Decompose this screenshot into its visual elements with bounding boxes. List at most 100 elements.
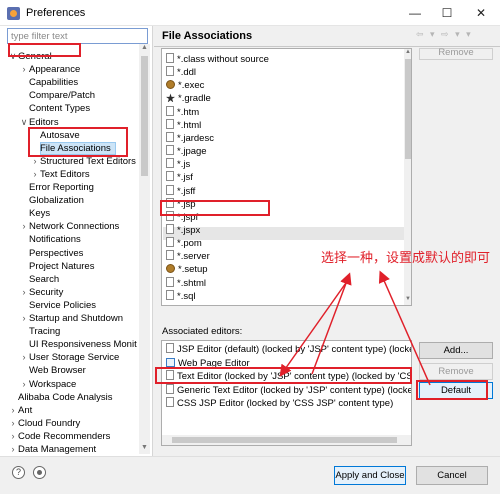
editor-row[interactable]: Generic Text Editor (locked by 'JSP' con… (166, 383, 411, 397)
tree-item-workspace[interactable]: › Workspace (19, 378, 77, 391)
scroll-up-icon[interactable]: ▲ (404, 49, 411, 55)
file-type-row[interactable]: *.pom (166, 237, 202, 250)
annotation-text: 选择一种，设置成默认的即可 (321, 251, 491, 266)
expand-right-icon[interactable]: › (19, 378, 29, 391)
tree-item-label: UI Responsiveness Monit (29, 339, 137, 351)
add-editor-button[interactable]: Add... (419, 342, 493, 359)
tree-item-appearance[interactable]: › Appearance (19, 63, 81, 76)
tree-item-compare-patch[interactable]: Compare/Patch (19, 89, 95, 102)
history-nav-icons[interactable]: ⇦ ▾ ⇨ ▾ ▾ (416, 29, 473, 40)
file-type-row[interactable]: *.js (166, 158, 190, 171)
close-button[interactable]: ✕ (468, 3, 494, 23)
tree-item-keys[interactable]: Keys (19, 207, 50, 220)
file-type-row[interactable]: *.shtml (166, 276, 206, 290)
tree-item-alibaba-code-analysis[interactable]: Alibaba Code Analysis (8, 391, 113, 404)
file-types-scrollbar[interactable]: ▲ ▼ (404, 49, 411, 305)
help-icon[interactable]: ? (12, 466, 25, 479)
scroll-up-icon[interactable]: ▲ (139, 44, 150, 54)
file-type-row[interactable]: *.exec (166, 79, 204, 92)
expand-right-icon[interactable]: › (8, 417, 18, 430)
tree-item-cloud-foundry[interactable]: › Cloud Foundry (8, 417, 81, 430)
expand-right-icon[interactable]: › (8, 443, 18, 454)
preferences-tree[interactable]: ∨ General › Appearance Capabilities Compare/P… (0, 42, 138, 454)
tree-item-startup-and-shutdown[interactable]: › Startup and Shutdown (19, 312, 124, 325)
file-icon (166, 276, 174, 287)
tree-item-notifications[interactable]: Notifications (19, 233, 81, 246)
file-type-row[interactable]: *.jardesc (166, 131, 214, 145)
tree-item-web-browser[interactable]: Web Browser (19, 364, 86, 377)
file-type-row[interactable]: *.server (166, 250, 210, 263)
associated-editors-label: Associated editors: (162, 326, 243, 337)
editor-row[interactable]: JSP Editor (default) (locked by 'JSP' co… (166, 343, 411, 356)
tree-item-service-policies[interactable]: Service Policies (19, 299, 96, 312)
tree-scrollbar[interactable]: ▲ ▼ (139, 44, 150, 454)
expand-right-icon[interactable]: › (19, 312, 29, 325)
file-types-list[interactable]: *.class without source *.ddl *.exec *.gradl… (161, 48, 412, 306)
remove-file-type-button[interactable]: Remove (419, 48, 493, 60)
tree-item-project-natures[interactable]: Project Natures (19, 260, 94, 273)
file-type-row[interactable]: *.html (166, 118, 202, 132)
tree-item-error-reporting[interactable]: Error Reporting (19, 181, 94, 194)
file-type-row[interactable]: *.gradle (166, 92, 211, 105)
file-type-row[interactable]: *.ddl (166, 66, 196, 79)
tree-item-data-management[interactable]: › Data Management (8, 443, 97, 454)
tree-item-label: User Storage Service (29, 352, 120, 364)
file-icon (166, 383, 174, 394)
file-icon (166, 158, 174, 169)
file-type-label: *.htm (177, 106, 200, 118)
scroll-down-icon[interactable]: ▼ (404, 296, 411, 302)
apply-and-close-button[interactable]: Apply and Close (334, 466, 406, 485)
file-icon (166, 289, 174, 300)
tree-item-text-editors[interactable]: › Text Editors (30, 168, 90, 181)
expand-right-icon[interactable]: › (8, 430, 18, 443)
maximize-button[interactable]: ☐ (434, 3, 460, 23)
tree-item-globalization[interactable]: Globalization (19, 194, 84, 207)
tree-item-security[interactable]: › Security (19, 286, 64, 299)
tree-item-tracing[interactable]: Tracing (19, 325, 60, 338)
expand-right-icon[interactable]: › (19, 351, 29, 364)
minimize-button[interactable]: — (402, 3, 428, 23)
associated-editors-list[interactable]: JSP Editor (default) (locked by 'JSP' co… (161, 340, 412, 446)
tree-item-capabilities[interactable]: Capabilities (19, 76, 78, 89)
tree-item-network-connections[interactable]: › Network Connections (19, 220, 120, 233)
editors-hscrollbar[interactable] (162, 435, 411, 445)
file-icon (166, 53, 174, 63)
tree-item-label: Editors (29, 116, 59, 128)
expand-right-icon[interactable]: › (19, 63, 29, 76)
expand-right-icon[interactable]: › (30, 168, 40, 181)
file-type-row[interactable]: *.sql (166, 289, 195, 303)
scroll-thumb[interactable] (172, 437, 397, 443)
tree-item-ant[interactable]: › Ant (8, 404, 33, 417)
tree-item-content-types[interactable]: Content Types (19, 102, 90, 115)
tree-item-label: Tracing (29, 326, 61, 338)
import-export-icon[interactable] (33, 466, 46, 479)
scroll-down-icon[interactable]: ▼ (139, 444, 150, 454)
expand-right-icon[interactable]: › (8, 404, 18, 417)
expand-right-icon[interactable]: › (19, 286, 29, 299)
file-type-row[interactable]: *.jsff (166, 184, 195, 198)
expand-right-icon[interactable]: › (19, 220, 29, 233)
file-type-label: *.html (177, 119, 202, 131)
file-type-row[interactable]: *.class without source (166, 53, 269, 66)
file-type-row[interactable]: *.jpage (166, 145, 207, 158)
tree-item-search[interactable]: Search (19, 273, 59, 286)
file-type-row[interactable]: *.jsf (166, 171, 193, 184)
remove-editor-button[interactable]: Remove (419, 363, 493, 380)
file-type-label: *.jspx (177, 224, 201, 236)
editor-row[interactable]: CSS JSP Editor (locked by 'CSS JSP' cont… (166, 397, 393, 410)
file-type-row[interactable]: *.jspx (166, 223, 201, 237)
file-type-label: *.pom (177, 238, 202, 250)
file-type-row[interactable]: *.htm (166, 105, 200, 119)
tree-item-code-recommenders[interactable]: › Code Recommenders (8, 430, 111, 443)
general-highlight (8, 43, 81, 57)
file-type-row[interactable]: *.setup (166, 263, 208, 276)
tree-item-label: Security (29, 286, 64, 298)
scroll-thumb[interactable] (141, 56, 148, 176)
scroll-thumb[interactable] (405, 59, 411, 159)
tree-item-perspectives[interactable]: Perspectives (19, 247, 83, 260)
tree-item-user-storage-service[interactable]: › User Storage Service (19, 351, 120, 364)
tree-item-ui-responsiveness-monit[interactable]: UI Responsiveness Monit (19, 338, 137, 351)
tree-item-label: Startup and Shutdown (29, 313, 124, 324)
window-title: Preferences (26, 7, 86, 19)
cancel-button[interactable]: Cancel (416, 466, 488, 485)
